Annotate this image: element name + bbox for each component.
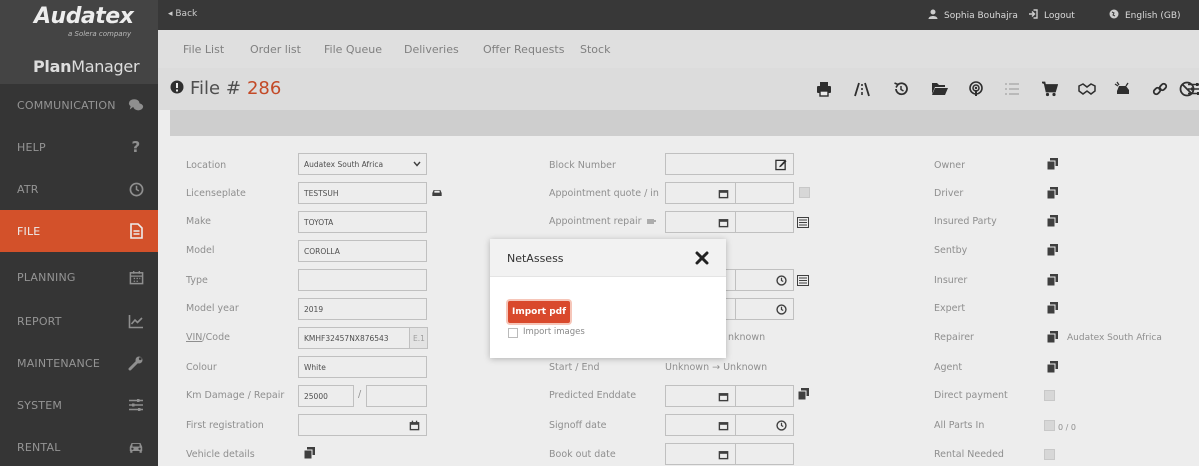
dialog-header: NetAssess xyxy=(490,239,726,277)
import-images-checkbox[interactable] xyxy=(508,328,518,338)
app-window: Audatex a Solera company PlanManager COM… xyxy=(0,0,1199,466)
netassess-dialog: NetAssess Import pdf Import images xyxy=(490,239,726,358)
modal-backdrop[interactable] xyxy=(0,0,1199,466)
close-icon[interactable] xyxy=(695,250,709,265)
dialog-title: NetAssess xyxy=(507,252,564,265)
import-images-label: Import images xyxy=(523,327,585,337)
import-pdf-button[interactable]: Import pdf xyxy=(508,301,570,323)
